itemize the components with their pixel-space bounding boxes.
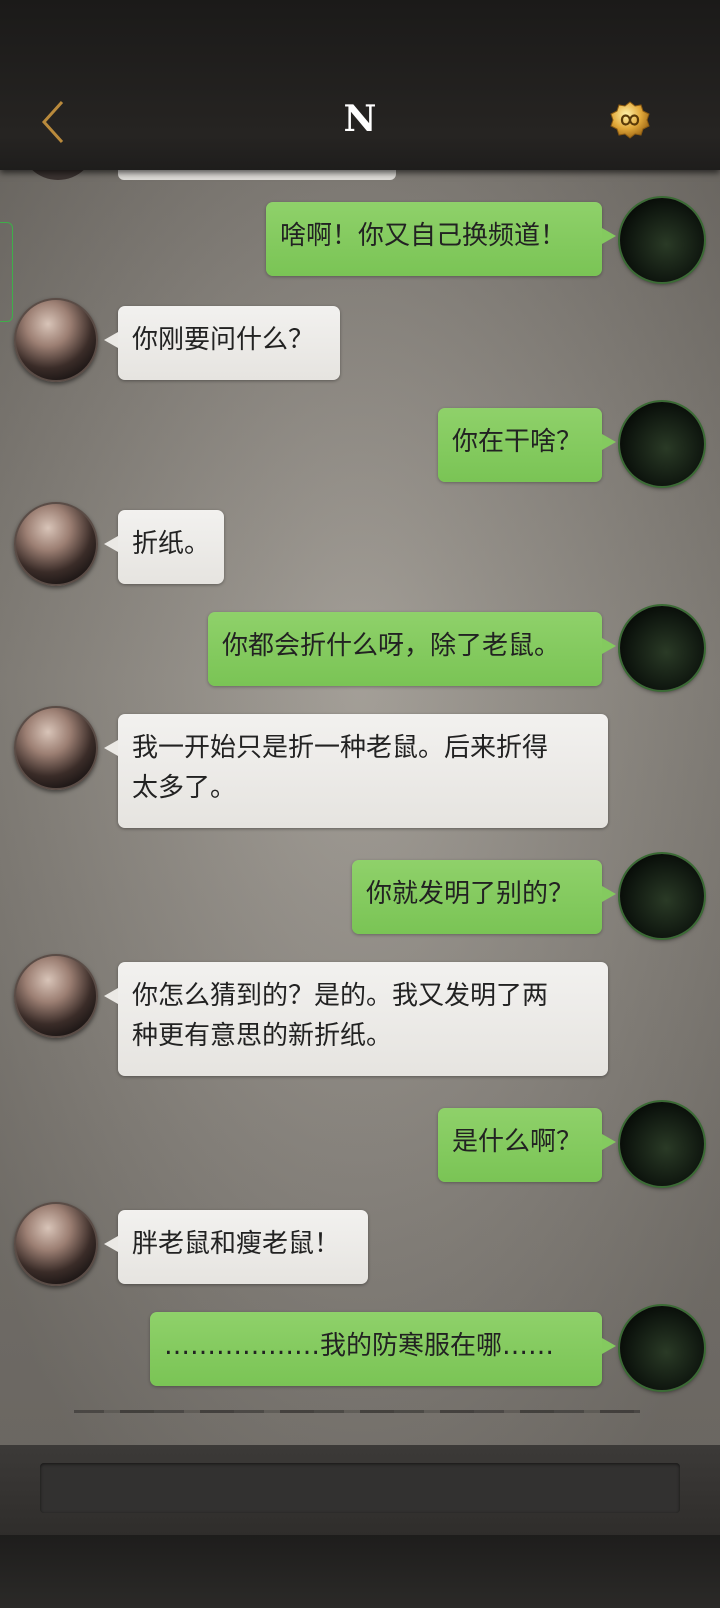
message-bubble-other: 你怎么猜到的？是的。我又发明了两 种更有意思的新折纸。	[104, 962, 608, 1076]
message-input[interactable]	[40, 1463, 680, 1513]
my-avatar[interactable]	[620, 854, 704, 938]
my-avatar[interactable]	[620, 198, 704, 282]
message-bubble-me: 是什么啊？	[438, 1108, 616, 1182]
message-bubble-other: 你刚要问什么？	[104, 306, 340, 380]
my-avatar[interactable]	[620, 1102, 704, 1186]
message-bubble-me: 啥啊！你又自己换频道！	[266, 202, 616, 276]
infinity-badge-button[interactable]	[608, 100, 652, 140]
contact-avatar[interactable]	[14, 502, 98, 586]
my-avatar[interactable]	[620, 1306, 704, 1390]
message-bubble-me: 你就发明了别的？	[352, 860, 616, 934]
infinity-badge-icon	[610, 101, 650, 139]
message-bubble-me: ………………我的防寒服在哪……	[150, 1312, 616, 1386]
contact-avatar[interactable]	[14, 706, 98, 790]
input-bar	[0, 1445, 720, 1535]
bottom-bar	[0, 1535, 720, 1608]
avatar-partial	[20, 170, 96, 180]
contact-avatar[interactable]	[14, 298, 98, 382]
chat-area[interactable]: 啥啊！你又自己换频道！ 你刚要问什么？ 你在干啥？ 折纸。 你都会折什么呀，除了…	[0, 170, 720, 1445]
message-bubble-other: 折纸。	[104, 510, 224, 584]
my-avatar[interactable]	[620, 402, 704, 486]
side-drawer-handle[interactable]	[0, 222, 13, 322]
top-bar: N	[0, 0, 720, 170]
message-bubble-other: 我一开始只是折一种老鼠。后来折得 太多了。	[104, 714, 608, 828]
message-bubble-me: 你在干啥？	[438, 408, 616, 482]
message-bubble-other: 胖老鼠和瘦老鼠！	[104, 1210, 368, 1284]
contact-avatar[interactable]	[14, 1202, 98, 1286]
message-bubble-partial	[118, 170, 396, 180]
my-avatar[interactable]	[620, 606, 704, 690]
contact-avatar[interactable]	[14, 954, 98, 1038]
divider	[74, 1410, 640, 1413]
message-bubble-me: 你都会折什么呀，除了老鼠。	[208, 612, 616, 686]
